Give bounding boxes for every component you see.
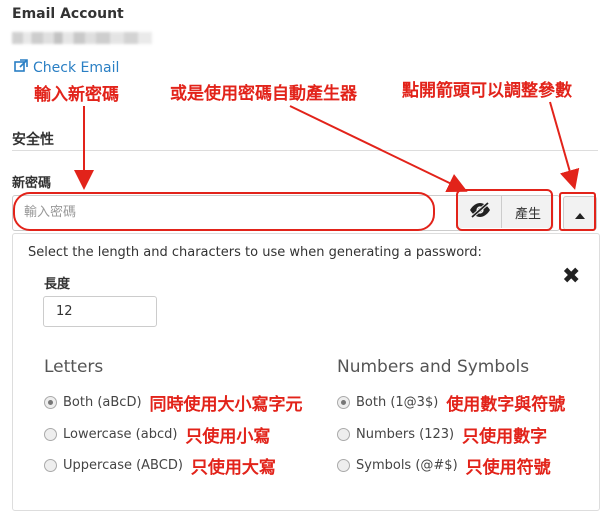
annotation-arrow-options	[549, 101, 580, 190]
annotation-box-generator	[456, 189, 553, 231]
annotation-box-arrow	[559, 192, 596, 231]
annotation-box-input	[13, 192, 435, 231]
annotation-overlay	[13, 101, 596, 231]
annotation-arrow-generator	[289, 105, 468, 193]
